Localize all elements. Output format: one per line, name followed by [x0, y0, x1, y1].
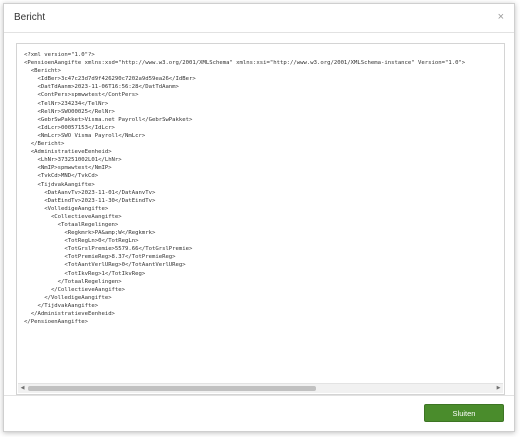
scroll-left-arrow-icon[interactable]: ◀ — [18, 384, 27, 393]
dialog-title: Bericht — [14, 12, 46, 23]
xml-line: <TelNr>234234</TelNr> — [24, 100, 109, 107]
xml-line: </PensioenAangifte> — [24, 319, 88, 326]
dialog-footer: Sluiten — [4, 395, 514, 431]
xml-line: <PensioenAangifte xmlns:xsd="http://www.… — [24, 60, 466, 67]
xml-line: <TotGrslPremie>5579.66</TotGrslPremie> — [24, 246, 193, 253]
xml-line: <TotRegLn>0</TotRegLn> — [24, 238, 139, 245]
horizontal-scrollbar[interactable]: ◀ ▶ — [18, 383, 503, 393]
close-icon[interactable]: × — [498, 11, 504, 23]
xml-line: </TijdvakAangifte> — [24, 302, 99, 309]
xml-line: <DatTdAanm>2023-11-06T16:56:28</DatTdAan… — [24, 84, 179, 91]
xml-line: <TvkCd>MND</TvkCd> — [24, 173, 99, 180]
xml-line: <TotaalRegelingen> — [24, 221, 119, 228]
scrollbar-thumb[interactable] — [28, 386, 316, 391]
xml-line: </Bericht> — [24, 141, 65, 148]
xml-line: <LhNr>373251002L01</LhNr> — [24, 157, 122, 164]
xml-line: <IdLcr>00057153</IdLcr> — [24, 124, 115, 131]
xml-line: <IdBer>3c47c23d7d9f426290c7202a9d59ea26<… — [24, 76, 196, 83]
xml-line: <ContPers>spmwwtest</ContPers> — [24, 92, 139, 99]
xml-viewer[interactable]: <?xml version="1.0"?> <PensioenAangifte x… — [16, 43, 505, 395]
xml-line: <Bericht> — [24, 68, 62, 75]
xml-line: <DatAanvTv>2023-11-01</DatAanvTv> — [24, 189, 156, 196]
xml-line: </AdministratieveEenheid> — [24, 311, 115, 317]
xml-line: <CollectieveAangifte> — [24, 213, 122, 220]
xml-line: </VolledigeAangifte> — [24, 294, 112, 301]
xml-line: <NmIP>spmwwtest</NmIP> — [24, 165, 112, 172]
dialog-header: Bericht × — [4, 4, 514, 33]
xml-line: </CollectieveAangifte> — [24, 286, 126, 293]
message-dialog: Bericht × <?xml version="1.0"?> <Pensioen… — [3, 3, 515, 432]
xml-line: </TotaalRegelingen> — [24, 278, 122, 285]
xml-line: <?xml version="1.0"?> — [24, 52, 95, 58]
xml-line: <Regkmrk>PA&amp;W</Regkmrk> — [24, 230, 156, 237]
xml-line: <AdministratieveEenheid> — [24, 149, 112, 156]
xml-line: <RelNr>SWO00025</RelNr> — [24, 108, 115, 115]
xml-line: <DatEindTv>2023-11-30</DatEindTv> — [24, 197, 156, 204]
xml-line: <NmLcr>SWO Visma Payroll</NmLcr> — [24, 132, 146, 139]
xml-line: <TotAantVerlUReg>0</TotAantVerlUReg> — [24, 262, 186, 269]
xml-line: <TotPremieReg>8.37</TotPremieReg> — [24, 254, 176, 261]
xml-content: <?xml version="1.0"?> <PensioenAangifte x… — [24, 51, 504, 382]
xml-text: <?xml version="1.0"?> <PensioenAangifte x… — [24, 51, 504, 326]
xml-line: <GebrSwPakket>Visma.net Payroll</GebrSwP… — [24, 116, 193, 123]
close-button[interactable]: Sluiten — [424, 404, 504, 422]
scroll-right-arrow-icon[interactable]: ▶ — [494, 384, 503, 393]
xml-line: <TotIkvReg>1</TotIkvReg> — [24, 270, 146, 277]
xml-line: <TijdvakAangifte> — [24, 181, 95, 188]
xml-line: <VolledigeAangifte> — [24, 205, 109, 212]
